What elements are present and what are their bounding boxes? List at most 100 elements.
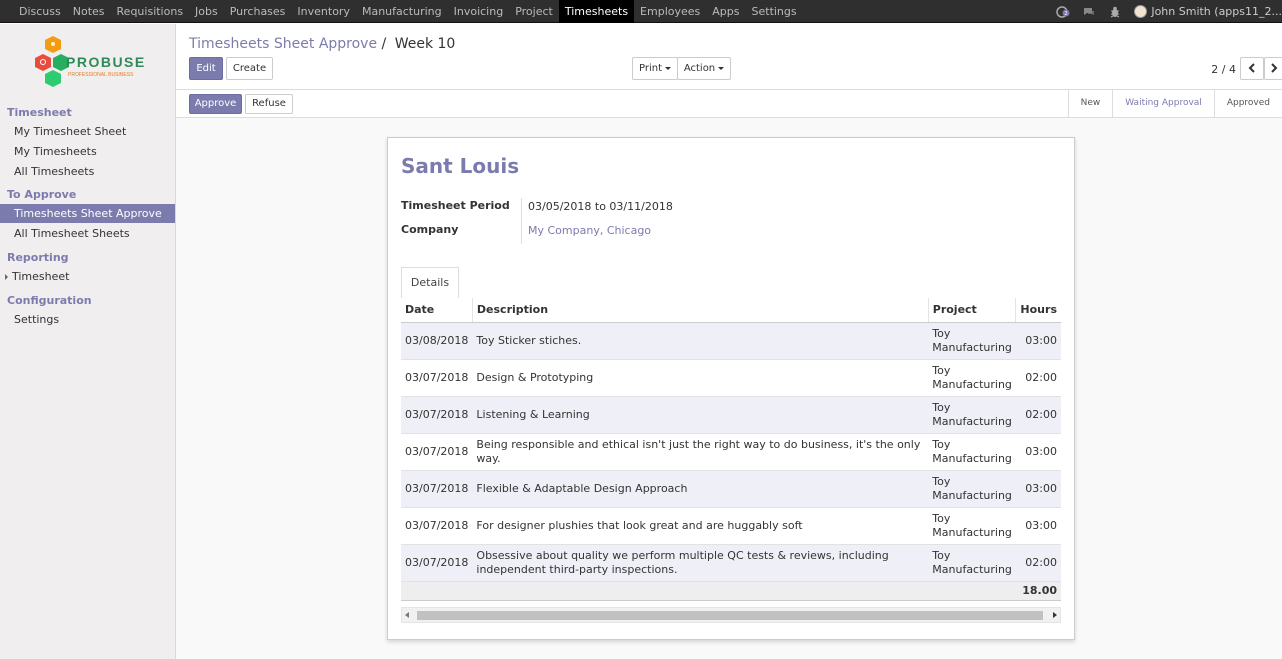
cell-project: Toy Manufacturing xyxy=(928,507,1016,545)
period-value: 03/05/2018 to 03/11/2018 xyxy=(528,200,673,213)
app-menu-item[interactable]: Purchases xyxy=(224,0,292,23)
pager-value[interactable]: 2 / 4 xyxy=(1211,63,1236,76)
footer-empty-cell xyxy=(401,581,473,601)
print-dropdown[interactable]: Print xyxy=(632,57,678,80)
breadcrumb-parent[interactable]: Timesheets Sheet Approve xyxy=(189,36,377,52)
cell-description: Obsessive about quality we perform multi… xyxy=(472,544,929,582)
cell-hours: 03:00 xyxy=(1015,507,1061,545)
sidebar-section-title[interactable]: Timesheet xyxy=(7,106,72,119)
sidebar-section-title[interactable]: To Approve xyxy=(7,188,76,201)
table-row[interactable]: 03/07/2018 For designer plushies that loo… xyxy=(401,507,1061,545)
table-footer-row: 18.00 xyxy=(401,581,1061,601)
sidebar-item-label: All Timesheet Sheets xyxy=(14,227,130,240)
app-menu-item[interactable]: Notes xyxy=(67,0,111,23)
scrollbar-thumb[interactable] xyxy=(417,611,1043,620)
sidebar-item[interactable]: All Timesheets xyxy=(0,162,175,181)
horizontal-scrollbar[interactable] xyxy=(401,607,1061,623)
sidebar-section-title[interactable]: Reporting xyxy=(7,251,69,264)
app-menu-item[interactable]: Discuss xyxy=(13,0,67,23)
cell-hours: 02:00 xyxy=(1015,544,1061,582)
pager-next-button[interactable] xyxy=(1264,57,1282,80)
sidebar-item[interactable]: Settings xyxy=(0,310,175,329)
sidebar: PROBUSE PROFESSIONAL BUSINESS Timesheet M… xyxy=(0,24,176,659)
caret-right-icon xyxy=(5,274,8,280)
cell-date: 03/07/2018 xyxy=(401,396,473,434)
table-row[interactable]: 03/07/2018 Listening & Learning Toy Manufa… xyxy=(401,396,1061,434)
scroll-right-icon[interactable] xyxy=(1053,612,1057,618)
cell-hours: 02:00 xyxy=(1015,359,1061,397)
company-link[interactable]: My Company, Chicago xyxy=(528,224,651,237)
edit-button[interactable]: Edit xyxy=(189,57,223,80)
footer-empty-cell xyxy=(928,581,1016,601)
table-row[interactable]: 03/07/2018 Obsessive about quality we per… xyxy=(401,544,1061,582)
bug-icon[interactable] xyxy=(1108,5,1122,19)
app-menu-item[interactable]: Project xyxy=(509,0,559,23)
table-row[interactable]: 03/07/2018 Flexible & Adaptable Design Ap… xyxy=(401,470,1061,508)
navbar-right: 2 John Smith (apps11_2... xyxy=(1050,0,1282,23)
sidebar-item[interactable]: Timesheets Sheet Approve xyxy=(0,204,175,223)
stage-item[interactable]: New xyxy=(1067,90,1113,117)
app-menu-item[interactable]: Manufacturing xyxy=(356,0,448,23)
logo-text: PROBUSE xyxy=(66,54,145,70)
footer-empty-cell xyxy=(472,581,929,601)
tab-details[interactable]: Details xyxy=(401,267,459,299)
cell-date: 03/07/2018 xyxy=(401,359,473,397)
cell-project: Toy Manufacturing xyxy=(928,359,1016,397)
app-menu-item[interactable]: Timesheets xyxy=(558,0,635,23)
cell-description: Toy Sticker stiches. xyxy=(472,322,929,360)
cell-description: Being responsible and ethical isn't just… xyxy=(472,433,929,471)
column-header-hours[interactable]: Hours xyxy=(1015,298,1061,323)
sidebar-section-title[interactable]: Configuration xyxy=(7,294,92,307)
column-header-project[interactable]: Project xyxy=(928,298,1017,323)
stage-pipeline: New Waiting Approval Approved xyxy=(1067,90,1282,117)
table-header-row: Date Description Project Hours xyxy=(401,298,1061,323)
column-header-description[interactable]: Description xyxy=(472,298,929,323)
sidebar-item[interactable]: All Timesheet Sheets xyxy=(0,224,175,243)
hours-total: 18.00 xyxy=(1015,581,1061,601)
cell-hours: 03:00 xyxy=(1015,322,1061,360)
sidebar-item[interactable]: Timesheet xyxy=(0,267,175,286)
cell-project: Toy Manufacturing xyxy=(928,470,1016,508)
column-header-date[interactable]: Date xyxy=(401,298,473,323)
app-menu-item[interactable]: Employees xyxy=(634,0,706,23)
table-row[interactable]: 03/07/2018 Being responsible and ethical … xyxy=(401,433,1061,471)
sidebar-item[interactable]: My Timesheet Sheet xyxy=(0,122,175,141)
approve-button[interactable]: Approve xyxy=(189,94,242,114)
create-button[interactable]: Create xyxy=(226,57,273,80)
action-dropdown[interactable]: Action xyxy=(677,57,731,80)
app-menu-item[interactable]: Invoicing xyxy=(448,0,510,23)
period-label: Timesheet Period xyxy=(401,199,510,212)
app-menu-item[interactable]: Jobs xyxy=(189,0,224,23)
sidebar-item-label: Settings xyxy=(14,313,60,326)
scroll-left-icon[interactable] xyxy=(405,612,409,618)
cell-date: 03/07/2018 xyxy=(401,470,473,508)
app-menu-item[interactable]: Apps xyxy=(706,0,745,23)
control-panel: Timesheets Sheet Approve / Week 10 Edit … xyxy=(176,24,1282,89)
stage-item[interactable]: Approved xyxy=(1213,90,1282,117)
messages-icon[interactable] xyxy=(1082,5,1096,19)
app-menu-item[interactable]: Inventory xyxy=(291,0,356,23)
cell-date: 03/07/2018 xyxy=(401,544,473,582)
timesheet-lines-table: Date Description Project Hours 03/08/201… xyxy=(401,298,1061,601)
app-menu: Discuss Notes Requisitions Jobs Purchases Inv… xyxy=(13,0,803,23)
chat-icon[interactable]: 2 xyxy=(1056,5,1070,19)
chevron-right-icon xyxy=(1271,63,1278,73)
refuse-button[interactable]: Refuse xyxy=(245,94,293,114)
cell-date: 03/08/2018 xyxy=(401,322,473,360)
app-menu-item[interactable]: Requisitions xyxy=(111,0,190,23)
stage-item[interactable]: Waiting Approval xyxy=(1112,90,1214,117)
breadcrumb: Timesheets Sheet Approve / Week 10 xyxy=(189,36,455,52)
breadcrumb-current: Week 10 xyxy=(394,36,456,52)
cell-description: Design & Prototyping xyxy=(472,359,929,397)
avatar xyxy=(1134,5,1148,18)
table-row[interactable]: 03/08/2018 Toy Sticker stiches. Toy Manufa… xyxy=(401,322,1061,360)
user-menu[interactable]: John Smith (apps11_2... xyxy=(1134,5,1282,18)
sidebar-item[interactable]: My Timesheets xyxy=(0,142,175,161)
pager-previous-button[interactable] xyxy=(1240,57,1264,80)
cell-description: For designer plushies that look great an… xyxy=(472,507,929,545)
table-row[interactable]: 03/07/2018 Design & Prototyping Toy Manufa… xyxy=(401,359,1061,397)
sidebar-item-label: Timesheet xyxy=(12,270,70,283)
messages-count: 2 xyxy=(1065,11,1068,17)
app-menu-item[interactable]: Settings xyxy=(746,0,803,23)
table-body: 03/08/2018 Toy Sticker stiches. Toy Manufa… xyxy=(401,322,1061,601)
